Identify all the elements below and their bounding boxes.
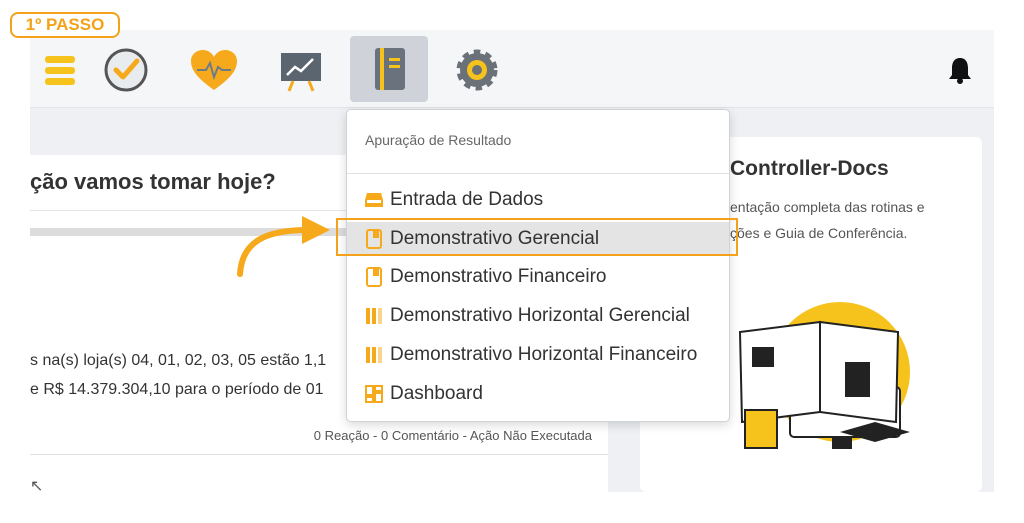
menu-item-label: Dashboard <box>390 383 483 404</box>
menu-item-label: Demonstrativo Financeiro <box>390 266 607 287</box>
book-icon <box>364 229 384 249</box>
dashboard-grid-icon <box>364 384 384 404</box>
card-text-line: e R$ 14.379.304,10 para o período de 01 <box>30 381 324 398</box>
docs-title: Controller-Docs <box>730 157 889 180</box>
divider <box>347 173 729 174</box>
menu-item-demonstrativo-horizontal-financeiro[interactable]: Demonstrativo Horizontal Financeiro <box>347 338 729 372</box>
menu-item-label: Entrada de Dados <box>390 189 544 210</box>
gear-icon[interactable] <box>447 40 507 100</box>
reaction-stats[interactable]: 0 Reação - 0 Comentário - Ação Não Execu… <box>314 428 592 443</box>
bell-icon[interactable] <box>948 56 972 89</box>
menu-item-demonstrativo-horizontal-gerencial[interactable]: Demonstrativo Horizontal Gerencial <box>347 299 729 333</box>
check-clock-icon[interactable] <box>96 40 156 100</box>
columns-icon <box>364 345 384 365</box>
inbox-icon <box>364 190 384 210</box>
menu-item-dashboard[interactable]: Dashboard <box>347 377 729 411</box>
step-badge: 1º PASSO <box>10 12 120 38</box>
book-icon <box>364 267 384 287</box>
divider <box>30 454 608 455</box>
menu-icon[interactable] <box>30 40 90 100</box>
presentation-chart-icon[interactable] <box>271 40 331 100</box>
docs-description: entação completa das rotinas e <box>730 199 925 215</box>
menu-item-demonstrativo-gerencial[interactable]: Demonstrativo Gerencial <box>347 222 729 256</box>
docs-description: ções e Guia de Conferência. <box>730 225 908 241</box>
menu-item-demonstrativo-financeiro[interactable]: Demonstrativo Financeiro <box>347 260 729 294</box>
menu-item-label: Demonstrativo Horizontal Financeiro <box>390 344 698 365</box>
top-navbar <box>30 30 994 108</box>
book-illustration <box>720 292 930 472</box>
notebook-icon[interactable] <box>350 36 428 102</box>
card-text-line: s na(s) loja(s) 04, 01, 02, 03, 05 estão… <box>30 352 327 369</box>
pointer-arrow-icon <box>228 190 338 285</box>
menu-item-entrada-de-dados[interactable]: Entrada de Dados <box>347 183 729 217</box>
arrow-up-left-icon[interactable]: ↖ <box>30 476 43 496</box>
menu-item-label: Demonstrativo Horizontal Gerencial <box>390 305 690 326</box>
menu-item-label: Demonstrativo Gerencial <box>390 228 600 249</box>
columns-icon <box>364 306 384 326</box>
results-dropdown-menu: Apuração de Resultado Entrada de Dados D… <box>346 109 730 422</box>
dropdown-header: Apuração de Resultado <box>365 132 512 148</box>
heart-pulse-icon[interactable] <box>184 40 244 100</box>
